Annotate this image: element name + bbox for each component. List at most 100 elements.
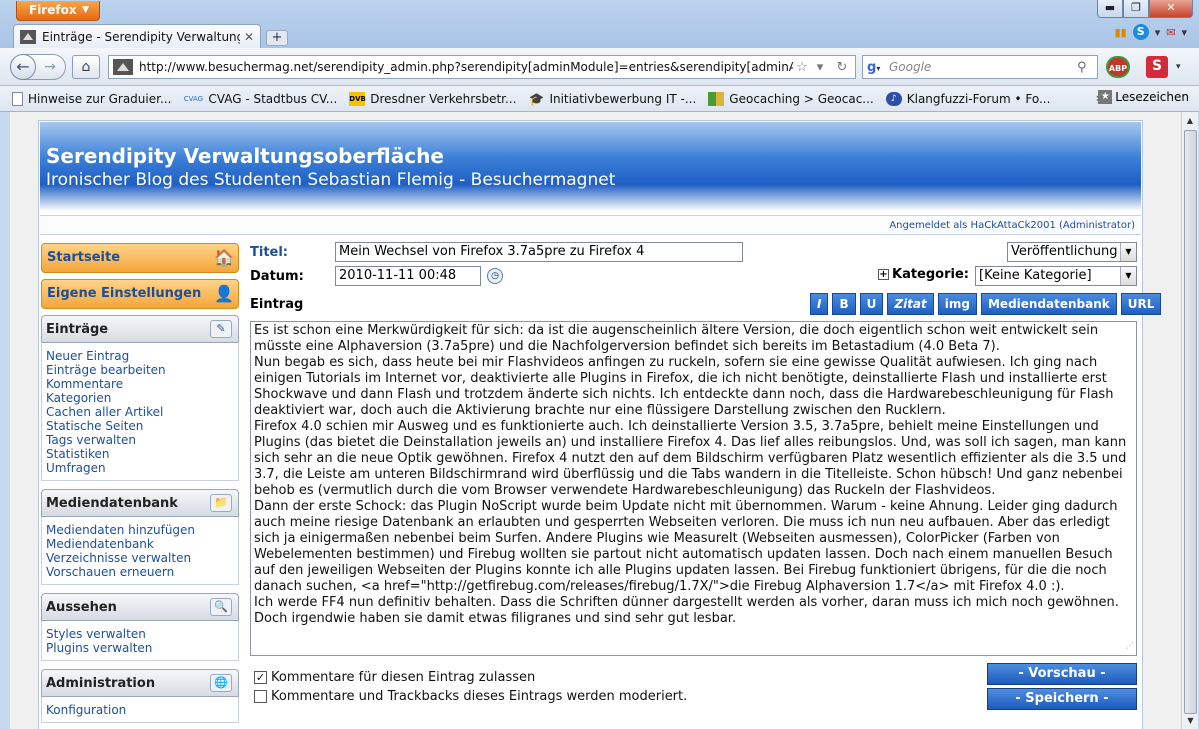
bookmark-star-icon[interactable]: ☆ <box>793 60 811 75</box>
quote-button[interactable]: Zitat <box>887 293 934 315</box>
toolbar-menu-icon[interactable]: ▾ <box>1176 62 1181 72</box>
user-icon: 👤 <box>214 284 234 303</box>
media-library-button[interactable]: Mediendatenbank <box>980 293 1117 315</box>
sidebar-admin-links: Konfiguration <box>41 697 239 723</box>
cvag-icon: CVAG <box>183 94 204 103</box>
sidebar-link-comments[interactable]: Kommentare <box>46 377 234 391</box>
url-bar[interactable]: http://www.besuchermag.net/serendipity_a… <box>108 55 856 79</box>
category-select[interactable]: [Keine Kategorie] ▼ <box>975 266 1137 286</box>
admin-sidebar: Startseite 🏠 Eigene Einstellungen 👤 Eint… <box>41 243 239 729</box>
forward-button[interactable]: → <box>36 59 64 75</box>
bold-button[interactable]: B <box>832 293 856 315</box>
tab-entries[interactable]: Einträge - Serendipity Verwaltungsober..… <box>13 24 261 48</box>
blog-subtitle: Ironischer Blog des Studenten Sebastian … <box>46 170 616 190</box>
search-icon[interactable]: ⚲ <box>1077 60 1097 75</box>
addon-icon[interactable]: ▾ <box>1155 26 1161 39</box>
sidebar-link-manage-directories[interactable]: Verzeichnisse verwalten <box>46 551 234 565</box>
sidebar-link-styles[interactable]: Styles verwalten <box>46 627 234 641</box>
minimize-button[interactable]: ▬ <box>1097 0 1123 18</box>
chevron-down-icon: ▼ <box>1120 243 1136 261</box>
close-window-button[interactable]: ✕ <box>1149 0 1193 18</box>
sidebar-entries-links: Neuer Eintrag Einträge bearbeiten Kommen… <box>41 343 239 481</box>
title-input[interactable]: Mein Wechsel von Firefox 3.7a5pre zu Fir… <box>335 242 743 262</box>
magnifier-icon: 🔍 <box>210 598 232 616</box>
sidebar-link-polls[interactable]: Umfragen <box>46 461 234 475</box>
chevron-down-icon: ▼ <box>1120 267 1136 285</box>
bookmark-item[interactable]: Geocaching > Geocac... <box>708 91 874 106</box>
back-button[interactable]: ← <box>10 54 36 80</box>
bookmark-item[interactable]: DVB Dresdner Verkehrsbetr... <box>349 91 516 106</box>
scrollbar-thumb[interactable] <box>1184 130 1197 714</box>
sidebar-link-plugins[interactable]: Plugins verwalten <box>46 641 234 655</box>
bookmark-item[interactable]: 🎓 Initiativbewerbung IT -... <box>528 92 696 106</box>
moderate-comments-checkbox[interactable]: Kommentare und Trackbacks dieses Eintrag… <box>254 689 687 704</box>
scroll-down-icon[interactable]: ▼ <box>1182 712 1199 729</box>
category-label: + Kategorie: <box>878 267 969 282</box>
underline-button[interactable]: U <box>859 293 884 315</box>
sidebar-link-static-pages[interactable]: Statische Seiten <box>46 419 234 433</box>
close-tab-icon[interactable]: ✕ <box>244 30 254 44</box>
globe-icon: 🌐 <box>210 674 232 692</box>
entry-body-textarea[interactable]: Es ist schon eine Merkwürdigkeit für sic… <box>250 321 1137 656</box>
sidebar-link-rebuild-thumbnails[interactable]: Vorschauen erneuern <box>46 565 234 579</box>
sidebar-link-media-library[interactable]: Mediendatenbank <box>46 537 234 551</box>
allow-comments-checkbox[interactable]: ✓ Kommentare für diesen Eintrag zulassen <box>254 670 535 685</box>
sidebar-link-cache-articles[interactable]: Cachen aller Artikel <box>46 405 234 419</box>
expand-plus-icon[interactable]: + <box>878 269 889 280</box>
sidebar-link-statistics[interactable]: Statistiken <box>46 447 234 461</box>
tray-menu-icon[interactable]: ▾ <box>1181 26 1187 39</box>
admin-banner: Serendipity Verwaltungsoberfläche Ironis… <box>40 122 1141 211</box>
bookmarks-star-icon: ★ <box>1098 90 1113 104</box>
sidebar-link-new-entry[interactable]: Neuer Eintrag <box>46 349 234 363</box>
page-icon <box>12 91 23 106</box>
sidebar-link-categories[interactable]: Kategorien <box>46 391 234 405</box>
firefox-menu-button[interactable]: Firefox ▼ <box>16 1 100 21</box>
url-button[interactable]: URL <box>1120 293 1162 315</box>
page-title: Serendipity Verwaltungsoberfläche <box>46 144 444 168</box>
grad-cap-icon: 🎓 <box>528 91 544 106</box>
sidebar-section-appearance: Aussehen 🔍 <box>41 593 239 621</box>
sidebar-link-tags[interactable]: Tags verwalten <box>46 433 234 447</box>
title-label: Titel: <box>250 245 289 260</box>
skype-icon[interactable]: S <box>1132 24 1149 40</box>
new-tab-button[interactable]: + <box>266 30 288 46</box>
sidebar-item-personal-settings[interactable]: Eigene Einstellungen 👤 <box>41 279 239 309</box>
sidebar-link-edit-entries[interactable]: Einträge bearbeiten <box>46 363 234 377</box>
adblock-plus-icon[interactable]: ABP <box>1106 56 1130 78</box>
maximize-button[interactable]: ❐ <box>1123 0 1149 18</box>
resize-grip-icon[interactable]: ⋰ <box>1126 638 1134 654</box>
feed-icon[interactable]: ▮▮ <box>1115 26 1127 39</box>
calendar-clock-icon[interactable]: ◷ <box>487 268 503 284</box>
image-button[interactable]: img <box>937 293 977 315</box>
bookmarks-menu-button[interactable]: ★ Lesezeichen <box>1098 90 1189 104</box>
google-logo-icon[interactable]: g▾ <box>867 60 889 75</box>
bookmark-item[interactable]: CVAG CVAG - Stadtbus CV... <box>183 92 338 106</box>
mail-icon[interactable]: ✉ <box>1166 26 1175 39</box>
sidebar-appearance-links: Styles verwalten Plugins verwalten <box>41 621 239 661</box>
site-favicon-icon <box>113 59 133 75</box>
geocaching-icon <box>708 91 725 106</box>
sidebar-section-media: Mediendatenbank 📁 <box>41 489 239 517</box>
login-status: Angemeldet als HaCkAttaCk2001 (Administr… <box>40 215 1141 235</box>
search-box[interactable]: g▾ Google ⚲ <box>862 55 1098 79</box>
window-titlebar: Firefox ▼ ▬ ❐ ✕ Einträge - Serendipity V… <box>0 0 1199 48</box>
url-dropdown-icon[interactable]: ▾ <box>811 60 829 75</box>
tab-title: Einträge - Serendipity Verwaltungsober..… <box>42 29 240 44</box>
preview-button[interactable]: - Vorschau - <box>987 663 1137 685</box>
bookmark-item[interactable]: Hinweise zur Graduier... <box>12 91 171 106</box>
reload-icon[interactable]: ↻ <box>829 60 855 75</box>
date-input[interactable]: 2010-11-11 00:48 <box>335 266 481 286</box>
home-button[interactable]: ⌂ <box>72 55 100 79</box>
window-controls: ▬ ❐ ✕ <box>1097 0 1193 18</box>
save-button[interactable]: - Speichern - <box>987 688 1137 710</box>
sidebar-link-configuration[interactable]: Konfiguration <box>46 703 234 717</box>
scroll-up-icon[interactable]: ▲ <box>1182 112 1198 129</box>
sidebar-item-home[interactable]: Startseite 🏠 <box>41 243 239 273</box>
vertical-scrollbar[interactable]: ▲ ▼ <box>1181 112 1198 729</box>
sidebar-link-add-media[interactable]: Mediendaten hinzufügen <box>46 523 234 537</box>
italic-button[interactable]: I <box>810 293 829 315</box>
forum-icon: ♪ <box>885 91 902 106</box>
bookmark-item[interactable]: ♪ Klangfuzzi-Forum • Fo... <box>885 91 1050 106</box>
status-select[interactable]: Veröffentlichung ▼ <box>1007 242 1137 262</box>
s-addon-icon[interactable]: S <box>1146 56 1168 78</box>
